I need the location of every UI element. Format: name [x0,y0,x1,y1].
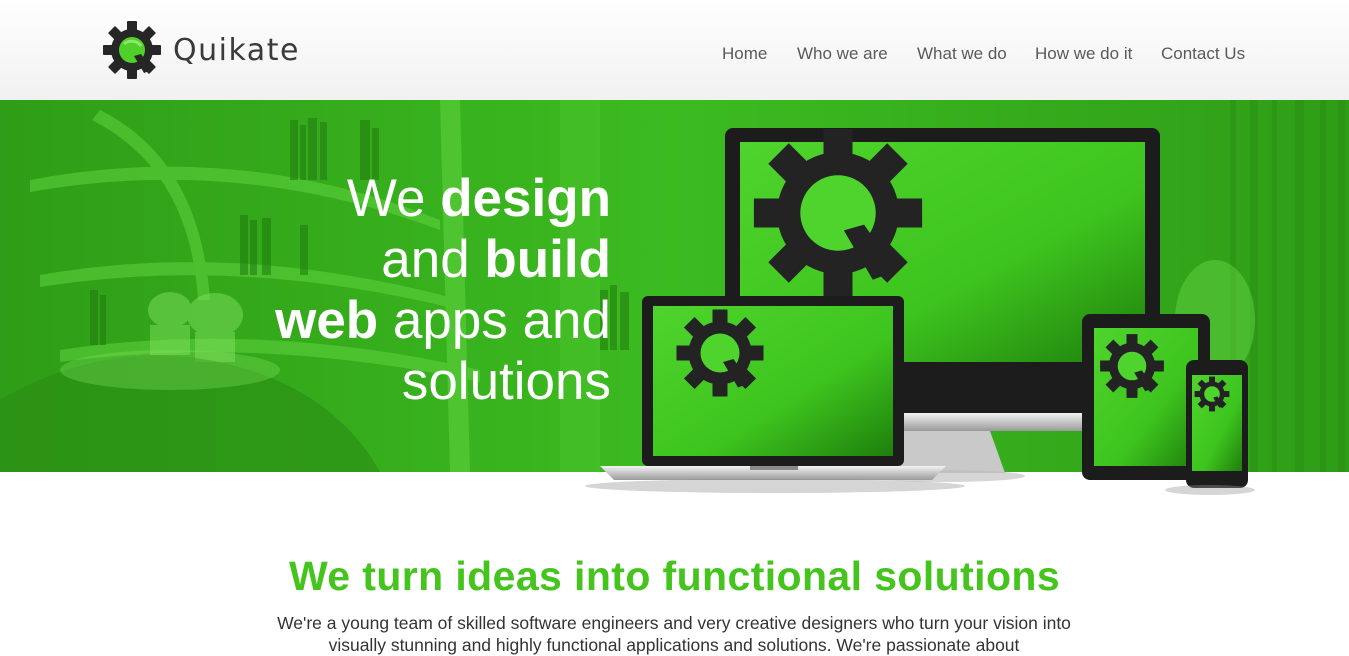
hero-headline: We design and build web apps and solutio… [275,168,611,412]
section-headline: We turn ideas into functional solutions [288,553,1061,599]
hero-line-1: We design [346,169,611,228]
nav-who-we-are[interactable]: Who we are [797,44,888,64]
nav-what-we-do[interactable]: What we do [917,44,1007,64]
nav-home[interactable]: Home [722,44,767,64]
main-nav: Home Who we are What we do How we do it … [0,44,1349,66]
nav-contact-us[interactable]: Contact Us [1161,44,1245,64]
hero-line-2: and build [381,230,611,289]
nav-how-we-do-it[interactable]: How we do it [1035,44,1132,64]
site-header: Quikate Home Who we are What we do How w… [0,0,1349,100]
intro-paragraph: We're a young team of skilled software e… [277,613,1071,655]
hero-line-3: web apps and [275,291,611,350]
devices-illustration [585,128,1255,495]
